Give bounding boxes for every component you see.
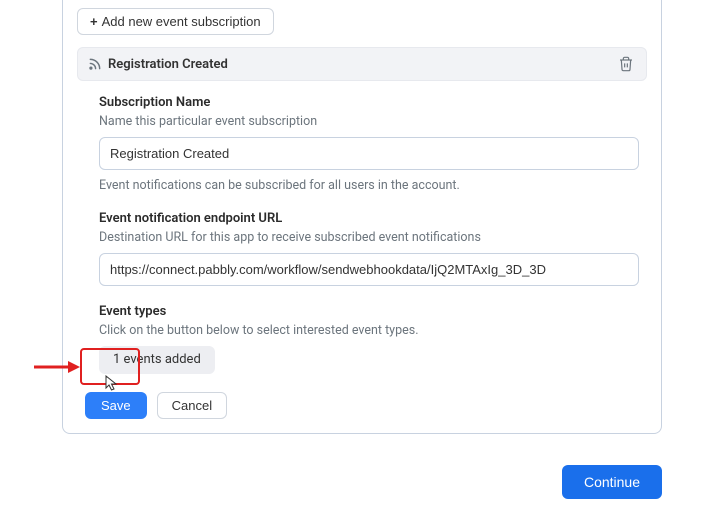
add-button-label: Add new event subscription — [102, 14, 261, 29]
subscription-name-note: Event notifications can be subscribed fo… — [99, 178, 639, 193]
event-types-label: Event types — [99, 304, 639, 319]
events-added-chip[interactable]: 1 events added — [99, 346, 215, 374]
subscription-name-label: Subscription Name — [99, 95, 639, 110]
continue-button[interactable]: Continue — [562, 465, 662, 499]
form-section: Subscription Name Name this particular e… — [77, 81, 647, 374]
trash-icon — [618, 56, 634, 72]
cancel-button[interactable]: Cancel — [157, 392, 227, 419]
event-subscription-panel: + Add new event subscription Registratio… — [62, 0, 662, 434]
subscription-name-help: Name this particular event subscription — [99, 114, 639, 129]
plus-icon: + — [90, 14, 98, 29]
subscription-header-title: Registration Created — [108, 57, 228, 72]
subscription-name-input[interactable] — [99, 137, 639, 170]
subscription-name-block: Subscription Name Name this particular e… — [99, 95, 639, 193]
endpoint-url-block: Event notification endpoint URL Destinat… — [99, 211, 639, 286]
event-types-help: Click on the button below to select inte… — [99, 323, 639, 338]
endpoint-url-help: Destination URL for this app to receive … — [99, 230, 639, 245]
event-types-block: Event types Click on the button below to… — [99, 304, 639, 374]
endpoint-url-input[interactable] — [99, 253, 639, 286]
endpoint-url-label: Event notification endpoint URL — [99, 211, 639, 226]
delete-subscription-button[interactable] — [616, 54, 636, 74]
add-event-subscription-button[interactable]: + Add new event subscription — [77, 8, 274, 35]
subscription-header: Registration Created — [77, 47, 647, 81]
save-button[interactable]: Save — [85, 392, 147, 419]
action-row: Save Cancel — [85, 392, 647, 419]
rss-icon — [88, 57, 102, 71]
